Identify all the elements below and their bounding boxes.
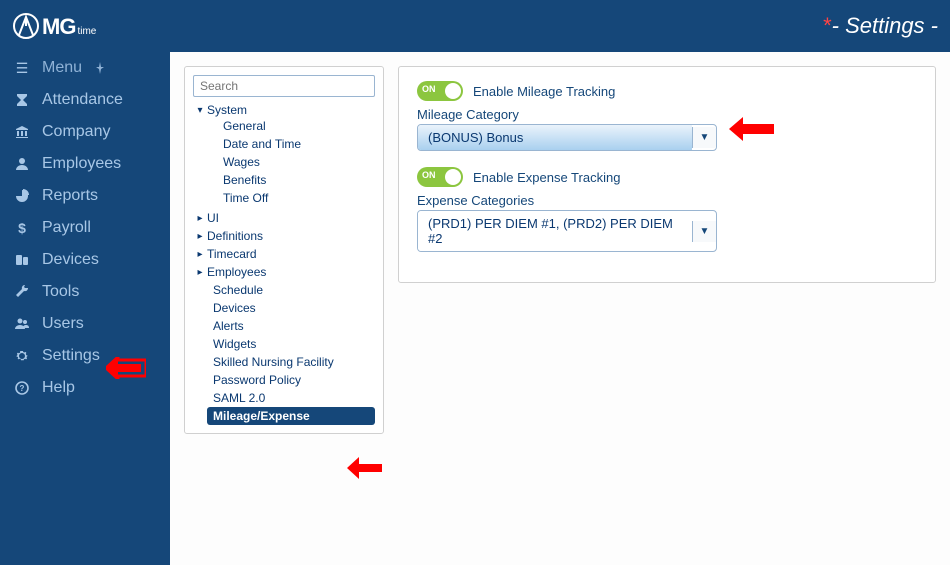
tree-leaf-datetime[interactable]: Date and Time xyxy=(217,135,375,153)
wrench-icon xyxy=(12,285,32,299)
required-asterisk: * xyxy=(823,13,832,38)
expand-icon: ▸ xyxy=(193,213,207,224)
sidebar-item-label: Help xyxy=(42,379,75,397)
tree-node-ui[interactable]: ▸UI xyxy=(193,211,375,225)
logo-mark-icon xyxy=(12,12,40,40)
sidebar-item-label: Employees xyxy=(42,155,121,173)
expense-categories-dropdown[interactable]: (PRD1) PER DIEM #1, (PRD2) PER DIEM #2 ▼ xyxy=(417,210,717,252)
sidebar-item-label: Reports xyxy=(42,187,98,205)
logo-text: MG xyxy=(42,14,75,40)
pin-icon[interactable] xyxy=(90,62,110,74)
tree-leaf-benefits[interactable]: Benefits xyxy=(217,171,375,189)
tree-leaf-snf[interactable]: Skilled Nursing Facility xyxy=(207,353,375,371)
page-title: *- Settings - xyxy=(823,13,938,39)
sidebar-item-label: Attendance xyxy=(42,91,123,109)
sidebar-item-menu[interactable]: ☰ Menu xyxy=(0,52,170,84)
sidebar-item-payroll[interactable]: $ Payroll xyxy=(0,212,170,244)
dollar-icon: $ xyxy=(12,220,32,236)
svg-text:?: ? xyxy=(20,384,25,393)
tree-leaf-devices[interactable]: Devices xyxy=(207,299,375,317)
tree-leaf-timeoff[interactable]: Time Off xyxy=(217,189,375,207)
sidebar-item-label: Settings xyxy=(42,347,100,365)
expense-toggle-row: ON Enable Expense Tracking xyxy=(417,167,917,187)
mileage-category-label: Mileage Category xyxy=(417,107,917,122)
sidebar-item-label: Tools xyxy=(42,283,79,301)
mileage-toggle-label: Enable Mileage Tracking xyxy=(473,84,615,99)
logo-sub: time xyxy=(77,26,96,37)
tree-leaf-widgets[interactable]: Widgets xyxy=(207,335,375,353)
tree-node-definitions[interactable]: ▸Definitions xyxy=(193,229,375,243)
dropdown-value: (BONUS) Bonus xyxy=(418,125,692,150)
settings-tree: ▾System General Date and Time Wages Bene… xyxy=(193,101,375,425)
sidebar-item-employees[interactable]: Employees xyxy=(0,148,170,180)
sidebar-item-attendance[interactable]: Attendance xyxy=(0,84,170,116)
tree-leaf-saml[interactable]: SAML 2.0 xyxy=(207,389,375,407)
settings-tree-panel: ▾System General Date and Time Wages Bene… xyxy=(184,66,384,434)
tree-node-employees[interactable]: ▸Employees xyxy=(193,265,375,279)
sidebar-item-label: Company xyxy=(42,123,110,141)
tree-leaf-alerts[interactable]: Alerts xyxy=(207,317,375,335)
menu-icon: ☰ xyxy=(12,60,32,77)
sidebar-item-tools[interactable]: Tools xyxy=(0,276,170,308)
sidebar-item-label: Payroll xyxy=(42,219,91,237)
sidebar-item-label: Devices xyxy=(42,251,99,269)
users-icon xyxy=(12,317,32,331)
expense-toggle[interactable]: ON xyxy=(417,167,463,187)
dropdown-value: (PRD1) PER DIEM #1, (PRD2) PER DIEM #2 xyxy=(418,211,692,251)
mileage-toggle[interactable]: ON xyxy=(417,81,463,101)
sidebar-item-label: Users xyxy=(42,315,84,333)
chevron-down-icon[interactable]: ▼ xyxy=(692,127,716,148)
sidebar-item-reports[interactable]: Reports xyxy=(0,180,170,212)
toggle-knob xyxy=(445,83,461,99)
main-area: ▾System General Date and Time Wages Bene… xyxy=(170,52,950,565)
expense-categories-label: Expense Categories xyxy=(417,193,917,208)
toggle-on-label: ON xyxy=(422,84,436,94)
collapse-icon: ▾ xyxy=(193,105,207,116)
mileage-category-dropdown[interactable]: (BONUS) Bonus ▼ xyxy=(417,124,717,151)
gear-icon xyxy=(12,349,32,363)
sidebar: ☰ Menu Attendance Company Employees xyxy=(0,52,170,565)
tree-leaf-wages[interactable]: Wages xyxy=(217,153,375,171)
expense-toggle-label: Enable Expense Tracking xyxy=(473,170,620,185)
annotation-arrow-dropdown xyxy=(729,117,779,141)
piechart-icon xyxy=(12,189,32,203)
tree-search-input[interactable] xyxy=(193,75,375,97)
hourglass-icon xyxy=(12,93,32,107)
sidebar-item-users[interactable]: Users xyxy=(0,308,170,340)
toggle-on-label: ON xyxy=(422,170,436,180)
person-icon xyxy=(12,157,32,171)
expand-icon: ▸ xyxy=(193,267,207,278)
tree-leaf-general[interactable]: General xyxy=(217,117,375,135)
sidebar-item-label: Menu xyxy=(42,59,82,77)
annotation-arrow-tree xyxy=(347,457,387,479)
expand-icon: ▸ xyxy=(193,231,207,242)
content-panel: ON Enable Mileage Tracking Mileage Categ… xyxy=(398,66,936,283)
app-header: MG time *- Settings - xyxy=(0,0,950,52)
toggle-knob xyxy=(445,169,461,185)
devices-icon xyxy=(12,253,32,267)
chevron-down-icon[interactable]: ▼ xyxy=(692,221,716,242)
expand-icon: ▸ xyxy=(193,249,207,260)
tree-node-system[interactable]: ▾System xyxy=(193,103,375,117)
bank-icon xyxy=(12,125,32,139)
annotation-arrow-settings xyxy=(106,357,146,379)
app-logo: MG time xyxy=(12,12,96,40)
sidebar-item-devices[interactable]: Devices xyxy=(0,244,170,276)
tree-leaf-mileage-expense[interactable]: Mileage/Expense xyxy=(207,407,375,425)
tree-leaf-schedule[interactable]: Schedule xyxy=(207,281,375,299)
help-icon: ? xyxy=(12,381,32,395)
mileage-toggle-row: ON Enable Mileage Tracking xyxy=(417,81,917,101)
tree-node-timecard[interactable]: ▸Timecard xyxy=(193,247,375,261)
sidebar-item-company[interactable]: Company xyxy=(0,116,170,148)
tree-leaf-password-policy[interactable]: Password Policy xyxy=(207,371,375,389)
